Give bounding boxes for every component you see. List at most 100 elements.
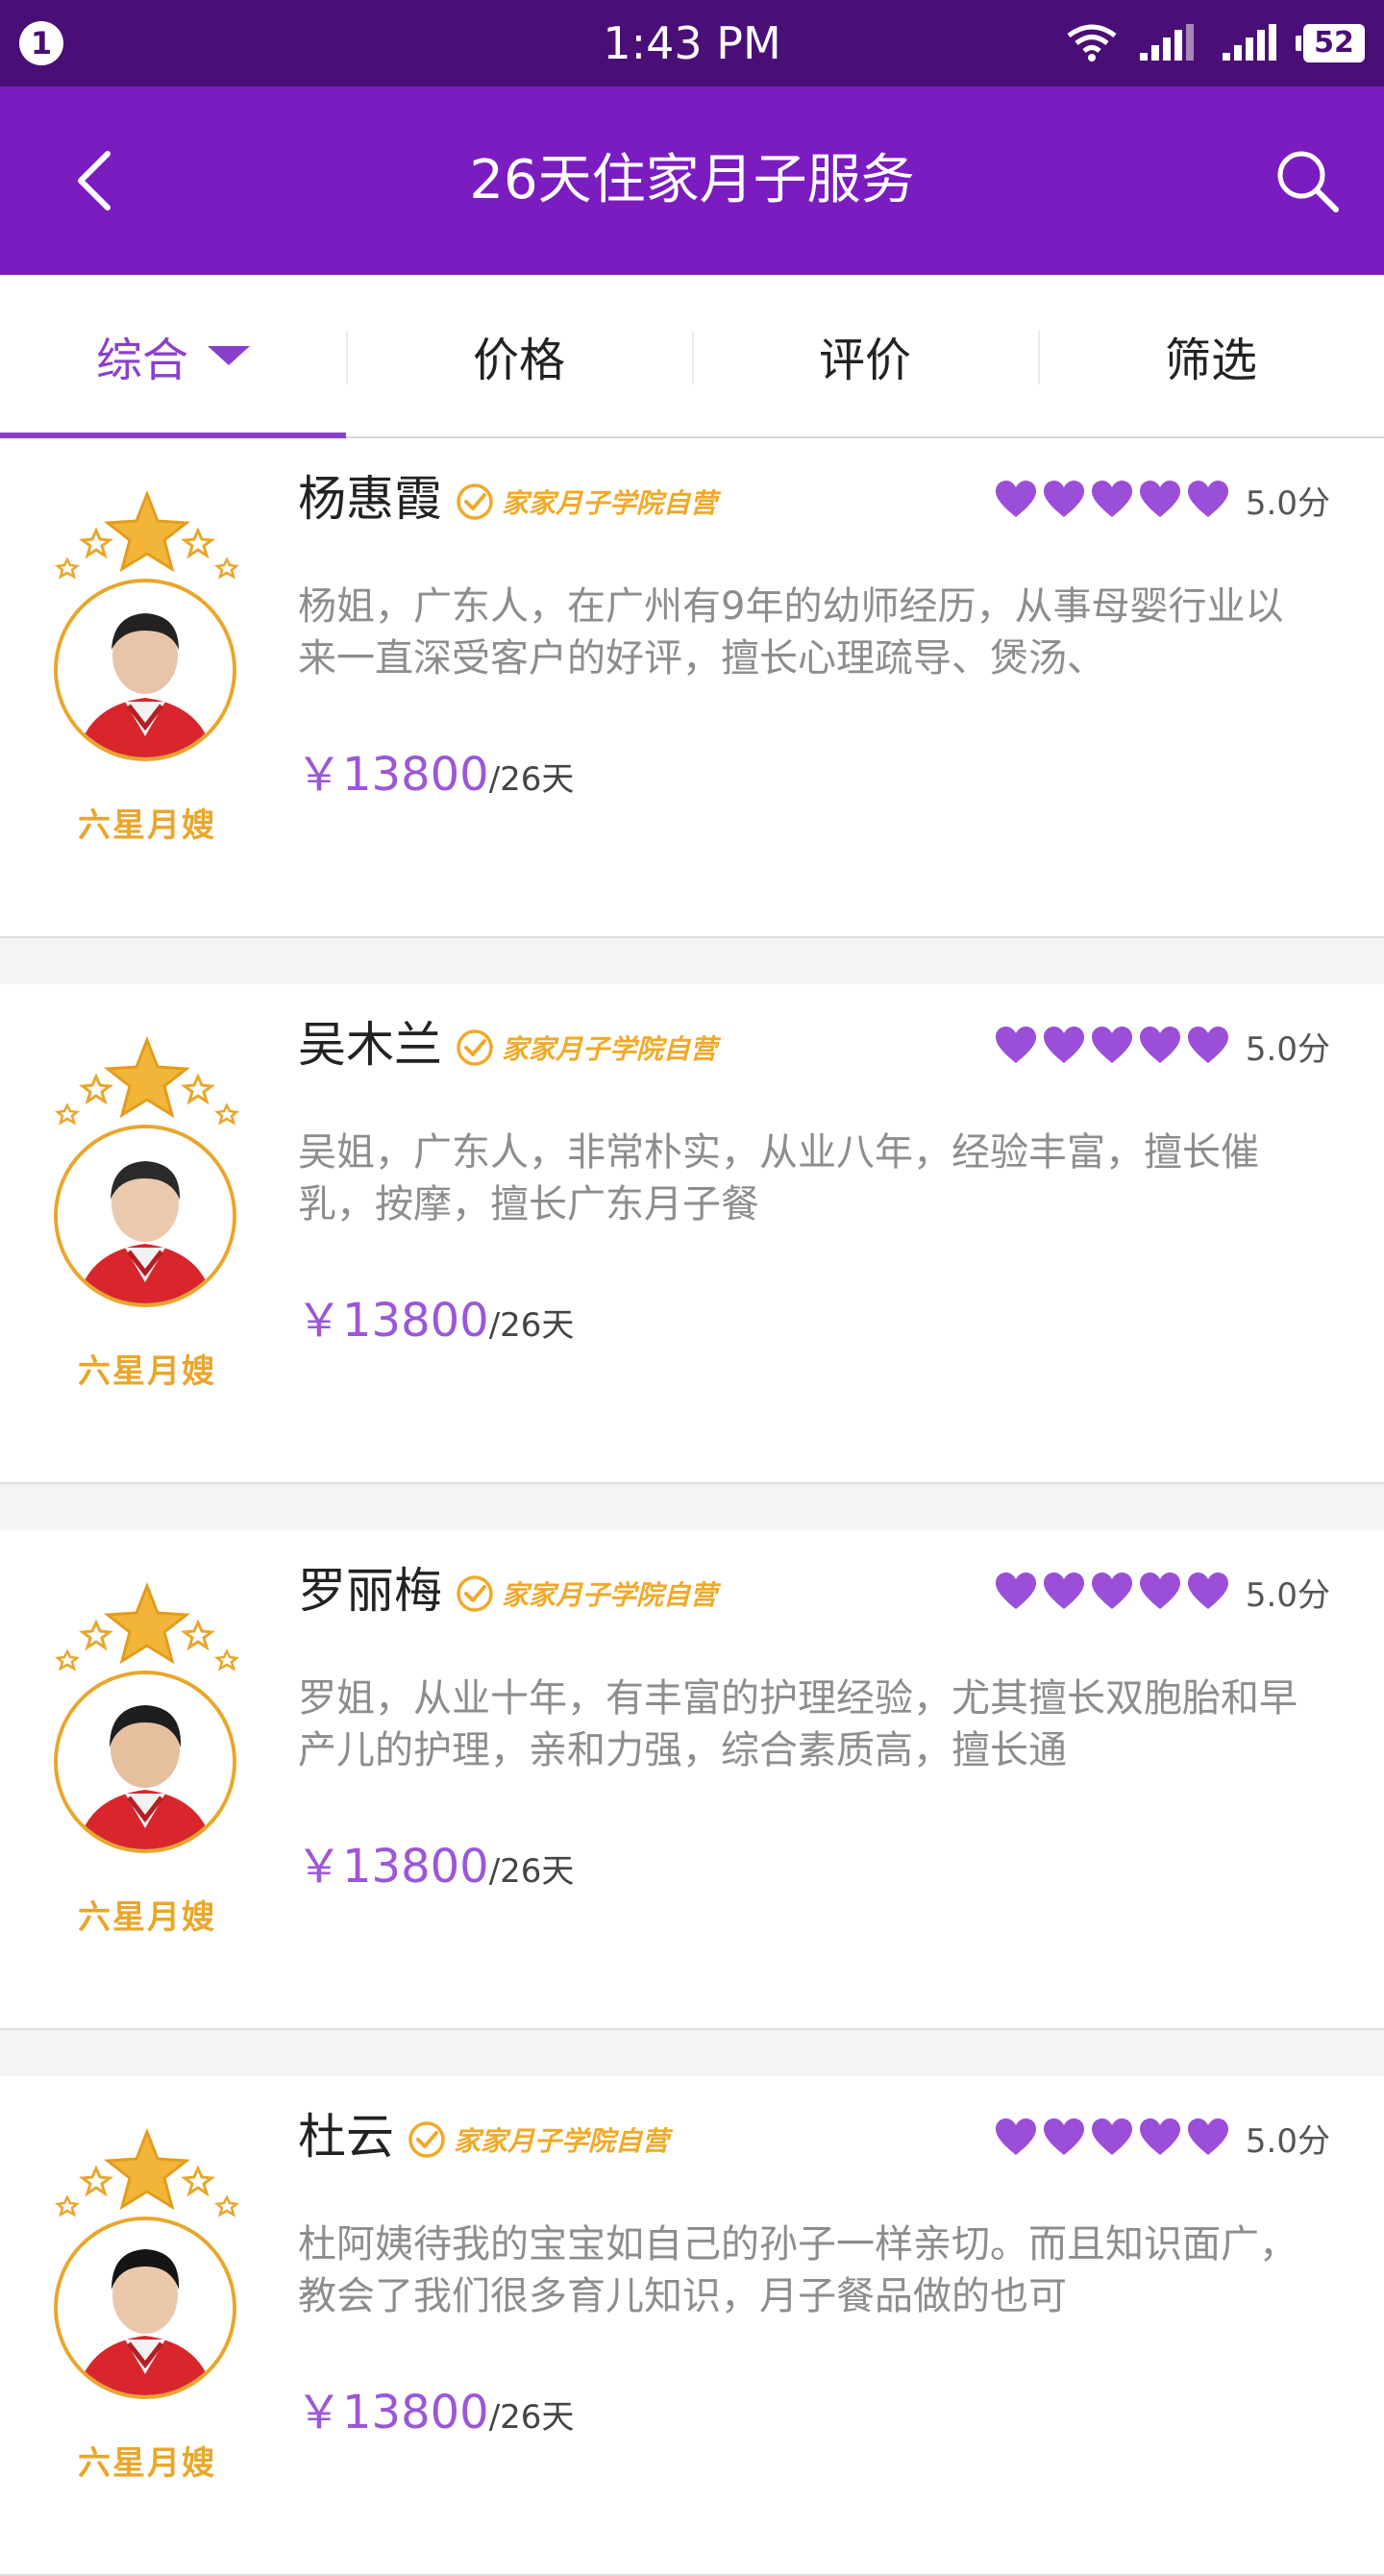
rating-stars: 5.0分 <box>995 477 1330 523</box>
price-unit: /26天 <box>488 2398 575 2437</box>
search-button[interactable] <box>1269 142 1346 219</box>
six-star-badge: 六星月嫂 <box>38 1578 256 1944</box>
tab-price[interactable]: 价格 <box>346 275 692 436</box>
certification-badge: 家家月子学院自营 <box>456 1028 717 1067</box>
signal-icon <box>1140 24 1194 61</box>
avatar <box>54 579 236 761</box>
nanny-description: 杨姐，广东人，在广州有9年的幼师经历，从事母婴行业以来一直深受客户的好评，擅长心… <box>298 584 1284 681</box>
heart-icon <box>1043 2118 1084 2155</box>
heart-icon <box>1187 1573 1228 1609</box>
nanny-card[interactable]: 六星月嫂 罗丽梅 家家月子学院自营 5.0分 罗姐，从业十年，有丰富的护理经验，… <box>0 1530 1384 2076</box>
price-value: ￥13800 <box>296 748 489 802</box>
certification-label: 家家月子学院自营 <box>502 1579 718 1611</box>
star-crown-icon <box>54 2127 240 2217</box>
app-header: 26天住家月子服务 <box>0 87 1384 275</box>
tab-rating[interactable]: 评价 <box>692 275 1038 436</box>
tab-label: 综合 <box>95 334 188 387</box>
rating-score: 5.0分 <box>1245 1575 1330 1615</box>
certification-badge: 家家月子学院自营 <box>408 2120 669 2159</box>
status-icons: 52 <box>1067 0 1365 87</box>
status-bar: 1 1:43 PM 52 <box>0 0 1384 87</box>
rating-score: 5.0分 <box>1245 1029 1330 1069</box>
certification-label: 家家月子学院自营 <box>454 2125 670 2157</box>
nanny-name: 杨惠霞 <box>298 471 442 527</box>
nanny-description: 杜阿姨待我的宝宝如自己的孙子一样亲切。而且知识面广，教会了我们很多育儿知识，月子… <box>298 2222 1298 2318</box>
six-star-badge: 六星月嫂 <box>38 486 256 852</box>
price-unit: /26天 <box>488 1852 575 1891</box>
signal-icon <box>1223 24 1276 61</box>
tab-filter[interactable]: 筛选 <box>1038 275 1384 436</box>
page-title: 26天住家月子服务 <box>469 149 915 211</box>
avatar <box>54 1125 236 1307</box>
nanny-description: 吴姐，广东人，非常朴实，从业八年，经验丰富，擅长催乳，按摩，擅长广东月子餐 <box>298 1130 1259 1226</box>
price: ￥13800/26天 <box>296 1292 574 1354</box>
certification-label: 家家月子学院自营 <box>502 487 718 519</box>
nanny-name: 吴木兰 <box>298 1017 442 1073</box>
star-crown-icon <box>54 489 240 580</box>
rating-score: 5.0分 <box>1245 2121 1330 2161</box>
nanny-card[interactable]: 六星月嫂 杨惠霞 家家月子学院自营 5.0分 杨姐，广东人，在广州有9年的幼师经… <box>0 438 1384 984</box>
heart-icon <box>1187 481 1228 517</box>
heart-icon <box>995 481 1036 517</box>
avatar <box>54 2217 236 2399</box>
nanny-card[interactable]: 六星月嫂 杜云 家家月子学院自营 5.0分 杜阿姨待我的宝宝如自己的孙子一样亲切… <box>0 2076 1384 2576</box>
check-circle-icon <box>408 2121 445 2158</box>
price-unit: /26天 <box>488 760 575 799</box>
battery-indicator: 52 <box>1296 24 1365 62</box>
tab-label: 筛选 <box>1164 334 1257 387</box>
rating-stars: 5.0分 <box>995 1023 1330 1069</box>
tab-label: 评价 <box>818 334 911 387</box>
price-value: ￥13800 <box>296 1294 489 1348</box>
six-star-badge: 六星月嫂 <box>38 1032 256 1398</box>
nanny-name: 杜云 <box>298 2109 394 2165</box>
heart-icon <box>1091 2118 1132 2155</box>
badge-label: 六星月嫂 <box>78 806 216 845</box>
nanny-portrait-icon <box>58 1128 233 1303</box>
heart-icon <box>1139 481 1180 517</box>
badge-label: 六星月嫂 <box>78 1898 216 1937</box>
price: ￥13800/26天 <box>296 2384 574 2446</box>
six-star-badge: 六星月嫂 <box>38 2124 256 2489</box>
heart-icon <box>1091 1573 1132 1609</box>
price-value: ￥13800 <box>296 1840 489 1894</box>
search-icon <box>1277 151 1339 212</box>
price: ￥13800/26天 <box>296 746 574 808</box>
tab-comprehensive[interactable]: 综合 <box>0 275 346 438</box>
heart-icon <box>1139 2118 1180 2155</box>
nanny-card[interactable]: 六星月嫂 吴木兰 家家月子学院自营 5.0分 吴姐，广东人，非常朴实，从业八年，… <box>0 984 1384 1530</box>
rating-stars: 5.0分 <box>995 1569 1330 1615</box>
certification-badge: 家家月子学院自营 <box>456 483 717 521</box>
rating-stars: 5.0分 <box>995 2115 1330 2161</box>
certification-badge: 家家月子学院自营 <box>456 1574 717 1613</box>
heart-icon <box>995 1573 1036 1609</box>
star-crown-icon <box>54 1581 240 1672</box>
heart-icon <box>1187 1027 1228 1063</box>
check-circle-icon <box>457 1029 493 1066</box>
heart-icon <box>1043 481 1084 517</box>
heart-icon <box>1139 1573 1180 1609</box>
caret-down-icon <box>208 346 250 365</box>
heart-icon <box>1091 481 1132 517</box>
price: ￥13800/26天 <box>296 1838 574 1900</box>
avatar <box>54 1671 236 1853</box>
nanny-portrait-icon <box>58 2220 233 2395</box>
heart-icon <box>1043 1573 1084 1609</box>
tab-label: 价格 <box>472 334 565 387</box>
nanny-portrait-icon <box>58 582 233 757</box>
star-crown-icon <box>54 1035 240 1126</box>
wifi-icon <box>1067 24 1117 62</box>
nanny-portrait-icon <box>58 1674 233 1849</box>
price-unit: /26天 <box>488 1306 575 1345</box>
heart-icon <box>995 1027 1036 1063</box>
badge-label: 六星月嫂 <box>78 1352 216 1391</box>
nanny-name: 罗丽梅 <box>298 1563 442 1619</box>
check-circle-icon <box>457 1575 493 1612</box>
heart-icon <box>1091 1027 1132 1063</box>
nanny-description: 罗姐，从业十年，有丰富的护理经验，尤其擅长双胞胎和早产儿的护理，亲和力强，综合素… <box>298 1676 1298 1772</box>
heart-icon <box>1187 2118 1228 2155</box>
nanny-list: 六星月嫂 杨惠霞 家家月子学院自营 5.0分 杨姐，广东人，在广州有9年的幼师经… <box>0 438 1384 2576</box>
price-value: ￥13800 <box>296 2386 489 2440</box>
heart-icon <box>1043 1027 1084 1063</box>
heart-icon <box>995 2118 1036 2155</box>
certification-label: 家家月子学院自营 <box>502 1033 718 1065</box>
